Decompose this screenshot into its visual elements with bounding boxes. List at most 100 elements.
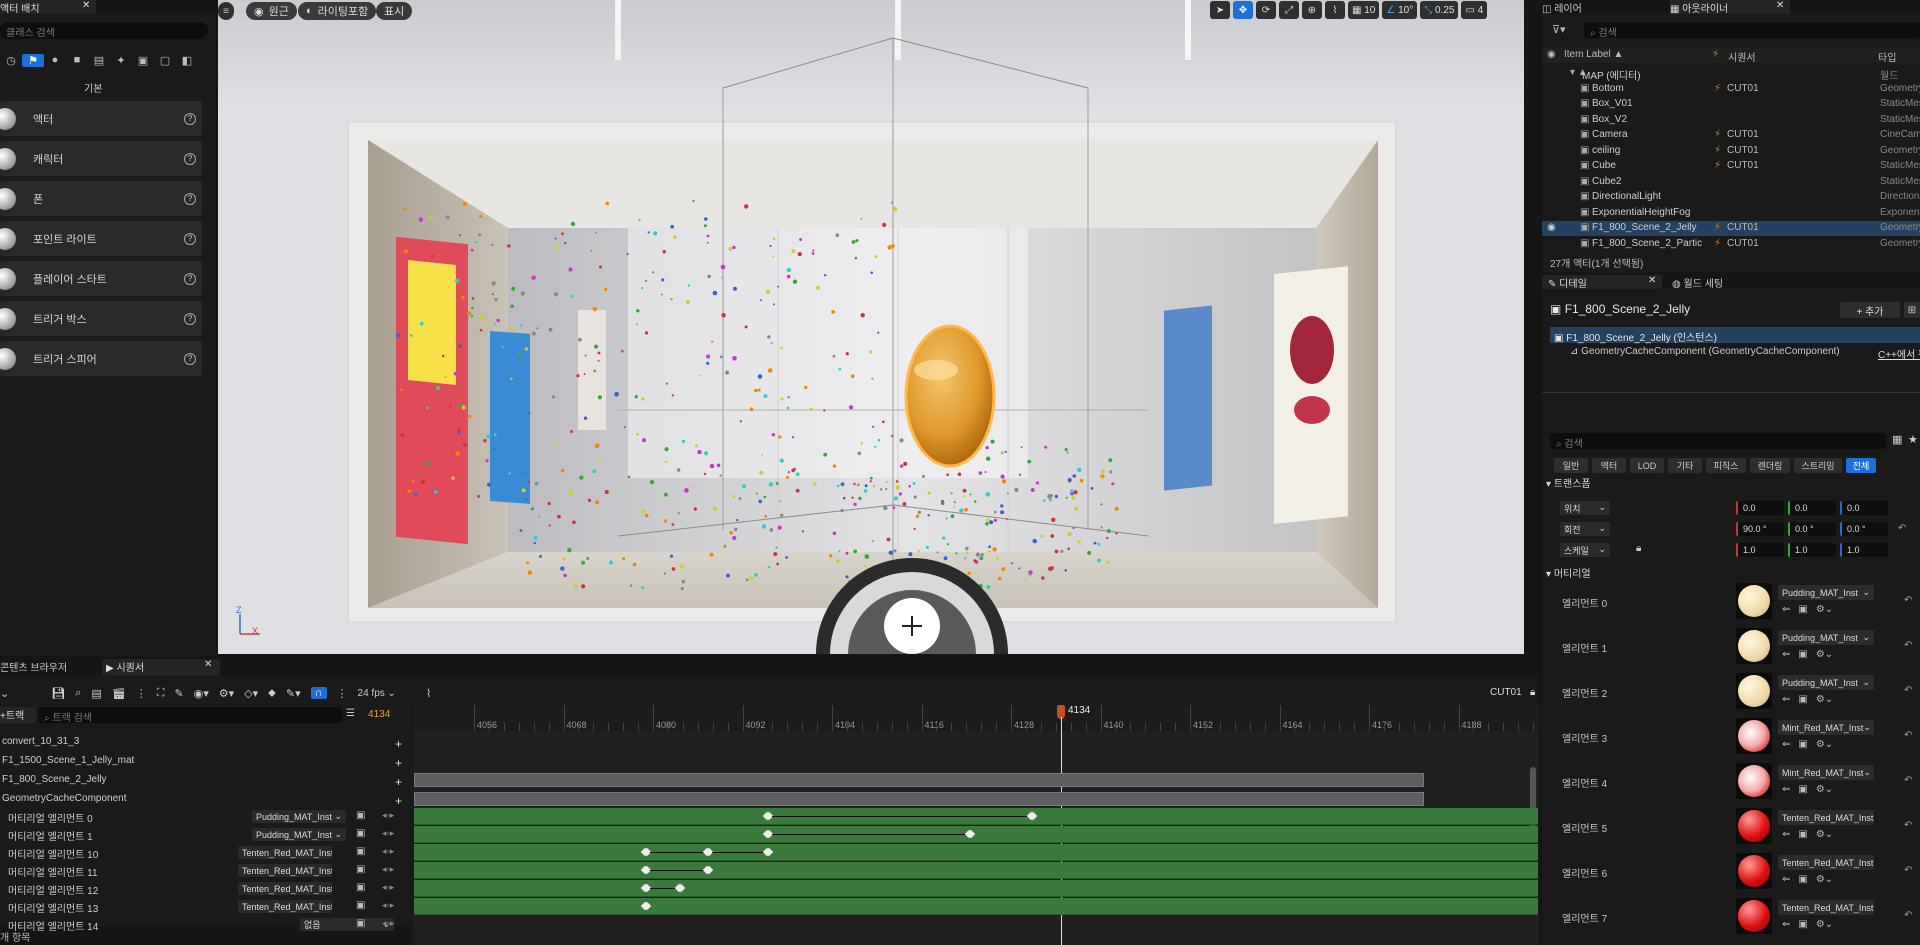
help-icon[interactable]: ? [184,272,196,285]
close-icon[interactable]: ✕ [82,0,90,11]
key-nav-icon[interactable]: ◂◦▸ [382,828,394,839]
volumes-icon[interactable]: ▢ [154,54,176,67]
use-selected-icon[interactable]: ⇐ [1782,829,1790,840]
basic-actors-icon[interactable]: ⚑ [22,53,44,67]
chevron-down-icon[interactable]: ⌄ [0,687,9,700]
grid-snap-button[interactable]: ▦ 10 [1348,1,1380,19]
material-thumbnail[interactable] [1736,808,1772,844]
material-dropdown[interactable]: Tenten_Red_MAT_Inst⌄ [238,882,332,895]
playback-options-icon[interactable]: ⚙▾ [219,687,234,700]
browse-icon[interactable]: ▣ [356,882,365,893]
scale-x[interactable]: 1.0 [1736,543,1784,557]
actor-item[interactable]: 플레이어 스타트? [0,261,202,296]
tab-world-settings[interactable]: ◍ 월드 세팅 [1672,275,1792,290]
curve-icon[interactable]: ✎ [174,687,183,700]
keyframe-track[interactable] [414,844,1538,861]
browse-icon[interactable]: ▣ [356,918,365,929]
key-nav-icon[interactable]: ◂◦▸ [382,864,394,875]
key-nav-icon[interactable]: ◂◦▸ [382,810,394,821]
details-search-input[interactable]: ⌕ 검색 [1550,433,1886,450]
location-dropdown[interactable]: 위치 ⌄ [1560,501,1610,515]
browse-icon[interactable]: ▣ [356,864,365,875]
visibility-icon[interactable]: ◉ [1547,222,1556,233]
show-button[interactable]: 표시 [376,2,413,20]
material-thumbnail[interactable] [1736,853,1772,889]
category-tab[interactable]: 렌더링 [1750,458,1790,473]
cpp-link[interactable]: C++에서 편 [1878,346,1920,361]
browse-icon[interactable]: ▣ [1798,694,1807,705]
use-selected-icon[interactable]: ⇐ [1782,739,1790,750]
browse-icon[interactable]: ▣ [1798,919,1807,930]
perspective-button[interactable]: ◉ 원근 [246,2,297,20]
geometry-icon[interactable]: ▣ [132,54,154,67]
outliner-row[interactable]: ▣ Box_V01 StaticMes [1542,97,1920,112]
browse-icon[interactable]: ▣ [1798,874,1807,885]
outliner-row[interactable]: ▣Bottom ⚡ CUT01 GeometryC [1542,82,1920,97]
category-tab[interactable]: 스트리밍 [1794,458,1842,473]
material-thumbnail[interactable] [1736,583,1772,619]
actor-item[interactable]: 트리거 박스? [0,301,202,336]
visual-effects-icon[interactable]: ✦ [110,54,132,67]
category-tab[interactable]: 일반 [1554,458,1588,473]
browse-icon[interactable]: ▣ [356,828,365,839]
close-icon[interactable]: ✕ [1776,0,1784,11]
category-tab[interactable]: 액터 [1592,458,1626,473]
material-options-icon[interactable]: ⚙⌄ [1816,694,1833,705]
material-options-icon[interactable]: ⚙⌄ [1816,604,1833,615]
view-options-icon[interactable]: ◉▾ [194,687,209,700]
add-icon[interactable]: + [395,737,402,751]
scale-snap-button[interactable]: ⤡ 0.25 [1420,1,1459,19]
outliner-row[interactable]: ▣ Cube2 StaticMes [1542,175,1920,190]
material-dropdown[interactable]: Mint_Red_MAT_Inst ⌄ [1778,765,1874,780]
browse-icon[interactable]: ▣ [1798,649,1807,660]
material-dropdown[interactable]: Tenten_Red_MAT_Inst⌄ [1778,810,1874,825]
material-dropdown[interactable]: Mint_Red_MAT_Inst ⌄ [1778,720,1874,735]
material-thumbnail[interactable] [1736,898,1772,934]
all-classes-icon[interactable]: ◧ [176,54,198,67]
browse-icon[interactable]: ▣ [1798,604,1807,615]
lock-icon[interactable]: 🔒︎ [1636,543,1641,554]
outliner-search-input[interactable]: ⌕ 검색 [1584,22,1920,39]
tab-layers[interactable]: ◫ 레이어 [1542,0,1662,15]
rotation-dropdown[interactable]: 회전 ⌄ [1560,522,1610,536]
add-track-button[interactable]: +트랙 [0,707,36,723]
help-icon[interactable]: ? [184,352,196,365]
key-nav-icon[interactable]: ◂◦▸ [382,846,394,857]
use-selected-icon[interactable]: ⇐ [1782,919,1790,930]
hamburger-icon[interactable]: ≡ [218,2,234,20]
material-options-icon[interactable]: ⚙⌄ [1816,874,1833,885]
track-row[interactable]: F1_800_Scene_2_Jelly + [0,772,410,790]
outliner-row[interactable]: ▣ Box_V2 StaticMes [1542,113,1920,128]
key-nav-icon[interactable]: ◂◦▸ [382,900,394,911]
help-icon[interactable]: ? [184,152,196,165]
property-matrix-icon[interactable]: ▦ [1892,433,1902,446]
help-icon[interactable]: ? [184,312,196,325]
material-dropdown[interactable]: Pudding_MAT_Inst ⌄ [1778,630,1874,645]
col-type[interactable]: 타입 [1878,49,1896,64]
track-row[interactable]: 머티리얼 엘리먼트 11 Tenten_Red_MAT_Inst⌄ ▣ ◂◦▸ [0,862,410,880]
component-row[interactable]: ⊿ GeometryCacheComponent (GeometryCacheC… [1570,346,1840,357]
lock-icon[interactable]: 🔒︎ [1530,687,1535,698]
category-tab[interactable]: 기타 [1668,458,1702,473]
light-icon[interactable]: ● [44,54,66,66]
reset-icon[interactable]: ↶ [1904,595,1912,606]
scale-icon[interactable]: ⤢ [1279,1,1299,19]
col-item-label[interactable]: Item Label ▲ [1564,49,1623,60]
material-dropdown[interactable]: Tenten_Red_MAT_Inst⌄ [238,846,332,859]
outliner-row[interactable]: ▾ ▲ MAP (에디터) 월드 [1542,66,1920,82]
material-thumbnail[interactable] [1736,673,1772,709]
reset-icon[interactable]: ↶ [1904,820,1912,831]
camera-speed-button[interactable]: ▭ 4 [1461,1,1488,19]
edit-icon[interactable]: ✎▾ [286,687,301,700]
recent-icon[interactable]: ◷ [0,54,22,67]
key-nav-icon[interactable]: ◂◦▸ [382,882,394,893]
key-nav-icon[interactable]: ◂◦▸ [382,918,394,929]
close-icon[interactable]: ✕ [204,659,212,670]
transform-header[interactable]: ▾ 트랜스폼 [1546,475,1591,490]
help-icon[interactable]: ? [184,192,196,205]
add-icon[interactable]: + [395,794,402,808]
close-icon[interactable]: ✕ [1648,275,1656,286]
outliner-row[interactable]: ▣ceiling ⚡ CUT01 GeometryC [1542,144,1920,159]
materials-header[interactable]: ▾ 머티리얼 [1546,565,1591,580]
material-options-icon[interactable]: ⚙⌄ [1816,919,1833,930]
